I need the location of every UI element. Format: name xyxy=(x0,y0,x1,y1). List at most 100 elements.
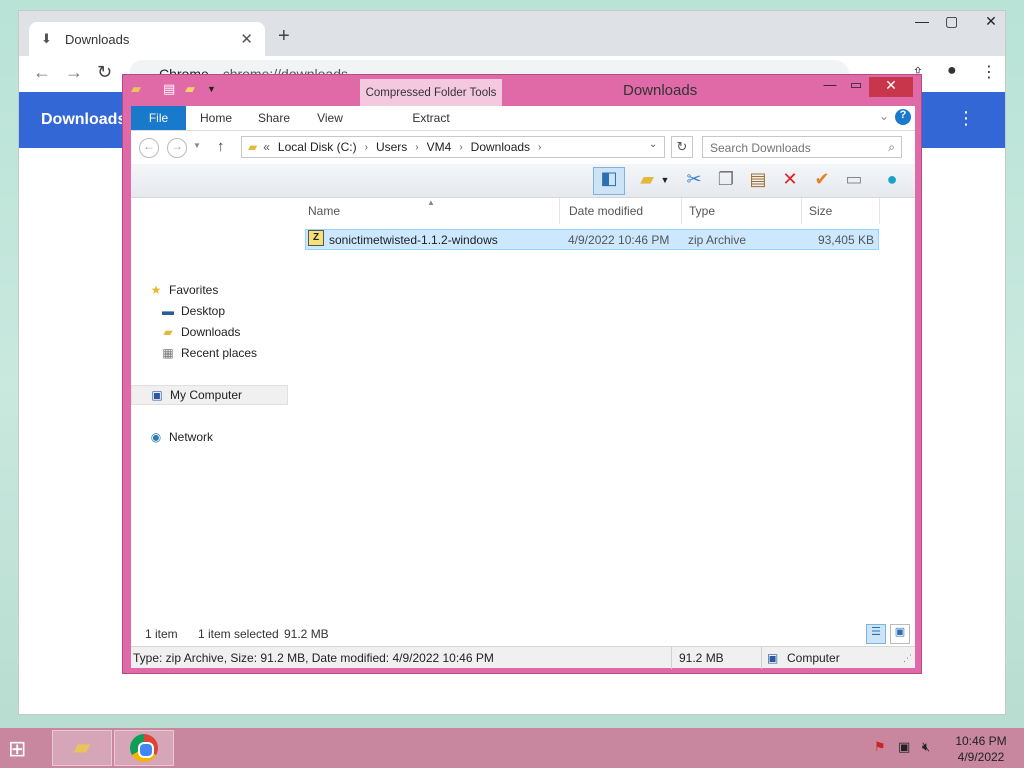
explorer-minimize-button[interactable]: — xyxy=(817,77,843,97)
reload-icon[interactable]: ↻ xyxy=(97,62,112,83)
chevron-right-icon[interactable]: › xyxy=(365,142,368,153)
breadcrumb-overflow[interactable]: « xyxy=(263,140,270,154)
column-header-type[interactable]: Type xyxy=(689,204,715,218)
chrome-maximize-button[interactable]: ▢ xyxy=(945,13,958,30)
help-icon[interactable]: ? xyxy=(895,109,911,125)
explorer-window: ▰ ▤ ▰ ▼ Compressed Folder Tools Download… xyxy=(122,74,922,674)
chevron-right-icon[interactable]: › xyxy=(538,142,541,153)
folder-icon: ▰ xyxy=(248,140,258,154)
forward-button[interactable]: → xyxy=(167,138,187,158)
search-box[interactable]: ⌕ xyxy=(702,136,902,158)
preview-pane-icon[interactable]: ◧ xyxy=(593,167,625,195)
paste-icon[interactable]: ▤ xyxy=(745,169,771,193)
menu-dots-icon[interactable]: ⋮ xyxy=(981,62,997,82)
nav-network[interactable]: ◉ Network xyxy=(147,427,213,447)
globe-icon[interactable]: ● xyxy=(879,169,905,193)
zip-archive-icon: Z xyxy=(308,230,324,246)
explorer-maximize-button[interactable]: ▭ xyxy=(843,77,869,97)
action-center-flag-icon[interactable]: ⚑ xyxy=(874,739,886,755)
chevron-right-icon[interactable]: › xyxy=(415,142,418,153)
ribbon-expand-icon[interactable]: ⌄ xyxy=(879,109,889,123)
checkmark-icon[interactable]: ✔ xyxy=(809,169,835,193)
file-row[interactable]: Z sonictimetwisted-1.1.2-windows 4/9/202… xyxy=(305,229,879,250)
folder-icon: ▰ xyxy=(131,81,141,96)
nav-my-computer[interactable]: ▣ My Computer xyxy=(131,385,288,405)
tab-home[interactable]: Home xyxy=(191,106,241,130)
rename-icon[interactable]: ▭ xyxy=(841,169,867,193)
breadcrumb-downloads[interactable]: Downloads xyxy=(471,140,530,154)
back-arrow-icon[interactable]: ← xyxy=(33,62,51,83)
file-explorer-taskbar-button[interactable]: ▰ xyxy=(52,730,112,766)
column-header-size[interactable]: Size xyxy=(809,204,832,218)
chrome-close-button[interactable]: ✕ xyxy=(975,13,1007,30)
computer-icon: ▣ xyxy=(151,388,163,402)
search-input[interactable] xyxy=(710,141,870,155)
breadcrumb-users[interactable]: Users xyxy=(376,140,407,154)
taskbar-clock[interactable]: 10:46 PM 4/9/2022 xyxy=(950,733,1012,765)
column-divider[interactable] xyxy=(681,198,682,224)
forward-arrow-icon[interactable]: → xyxy=(65,62,83,83)
details-view-icon[interactable]: ☰ xyxy=(866,624,886,644)
windows-start-icon[interactable]: ⊞ xyxy=(8,736,26,762)
cut-icon[interactable]: ✂ xyxy=(681,169,707,193)
back-button[interactable]: ← xyxy=(139,138,159,158)
tab-extract[interactable]: Extract xyxy=(360,106,502,130)
address-box[interactable]: ▰ « Local Disk (C:) › Users › VM4 › Down… xyxy=(241,136,665,158)
address-bar-row: ← → ▼ ↑ ▰ « Local Disk (C:) › Users › VM… xyxy=(131,131,915,164)
downloads-more-icon[interactable]: ⋮ xyxy=(957,108,975,129)
resize-grip-icon[interactable]: ⋰ xyxy=(903,653,912,664)
clock-date: 4/9/2022 xyxy=(957,750,1005,764)
new-tab-button[interactable]: + xyxy=(278,25,290,48)
quick-access-dropdown-icon[interactable]: ▼ xyxy=(207,84,216,94)
selected-count: 1 item selected xyxy=(198,627,279,641)
folder-icon: ▰ xyxy=(163,325,173,339)
network-tray-icon[interactable]: ▣ xyxy=(898,739,910,755)
nav-downloads[interactable]: ▰ Downloads xyxy=(159,322,240,342)
tab-file[interactable]: File xyxy=(131,106,186,130)
column-divider[interactable] xyxy=(559,198,560,224)
volume-muted-icon[interactable]: 🔇︎ xyxy=(922,739,930,755)
file-name: sonictimetwisted-1.1.2-windows xyxy=(329,233,498,247)
column-divider[interactable] xyxy=(879,198,880,224)
chevron-right-icon[interactable]: › xyxy=(459,142,462,153)
chrome-minimize-button[interactable]: — xyxy=(915,13,929,29)
large-icons-view-icon[interactable]: ▣ xyxy=(890,624,910,644)
properties-icon[interactable]: ▤ xyxy=(163,81,175,97)
explorer-title: Downloads xyxy=(623,82,698,99)
address-dropdown-icon[interactable]: ⌄ xyxy=(649,139,657,150)
file-list: ▲ Name Date modified Type Size Z sonicti… xyxy=(301,198,915,648)
chrome-taskbar-button[interactable] xyxy=(114,730,174,766)
explorer-close-button[interactable]: ✕ xyxy=(869,77,913,97)
nav-recent-places[interactable]: ▦ Recent places xyxy=(159,343,257,363)
file-size: 93,405 KB xyxy=(817,233,874,247)
recent-locations-icon[interactable]: ▼ xyxy=(193,141,201,150)
network-icon: ◉ xyxy=(150,430,162,444)
column-header-name[interactable]: Name xyxy=(308,204,340,218)
chrome-tab-downloads[interactable]: ⬇ Downloads ✕ xyxy=(29,22,265,56)
folder-options-dropdown-icon[interactable]: ▼ xyxy=(658,175,672,199)
star-icon: ★ xyxy=(150,283,162,297)
tab-share[interactable]: Share xyxy=(249,106,299,130)
details-divider xyxy=(671,647,672,669)
recent-places-icon: ▦ xyxy=(162,346,174,360)
explorer-body: ★ Favorites ▬ Desktop ▰ Downloads ▦ Rece… xyxy=(131,198,915,648)
folder-options-icon[interactable]: ▰ xyxy=(634,169,660,193)
profile-avatar-icon[interactable]: ● xyxy=(947,62,957,80)
breadcrumb-local-disk[interactable]: Local Disk (C:) xyxy=(278,140,357,154)
nav-desktop[interactable]: ▬ Desktop xyxy=(159,301,225,321)
clock-time: 10:46 PM xyxy=(955,734,1007,748)
delete-icon[interactable]: ✕ xyxy=(777,169,803,193)
column-divider[interactable] xyxy=(801,198,802,224)
nav-favorites[interactable]: ★ Favorites xyxy=(147,280,219,300)
nav-label: My Computer xyxy=(170,388,243,402)
chrome-logo-icon xyxy=(130,734,158,762)
computer-icon: ▣ xyxy=(767,651,779,665)
close-tab-icon[interactable]: ✕ xyxy=(240,30,253,48)
new-folder-icon[interactable]: ▰ xyxy=(185,81,195,97)
refresh-button[interactable]: ↻ xyxy=(671,136,693,158)
tab-view[interactable]: View xyxy=(305,106,355,130)
column-header-date-modified[interactable]: Date modified xyxy=(569,204,643,218)
up-arrow-icon[interactable]: ↑ xyxy=(217,138,225,155)
breadcrumb-vm4[interactable]: VM4 xyxy=(427,140,452,154)
copy-icon[interactable]: ❐ xyxy=(713,169,739,193)
